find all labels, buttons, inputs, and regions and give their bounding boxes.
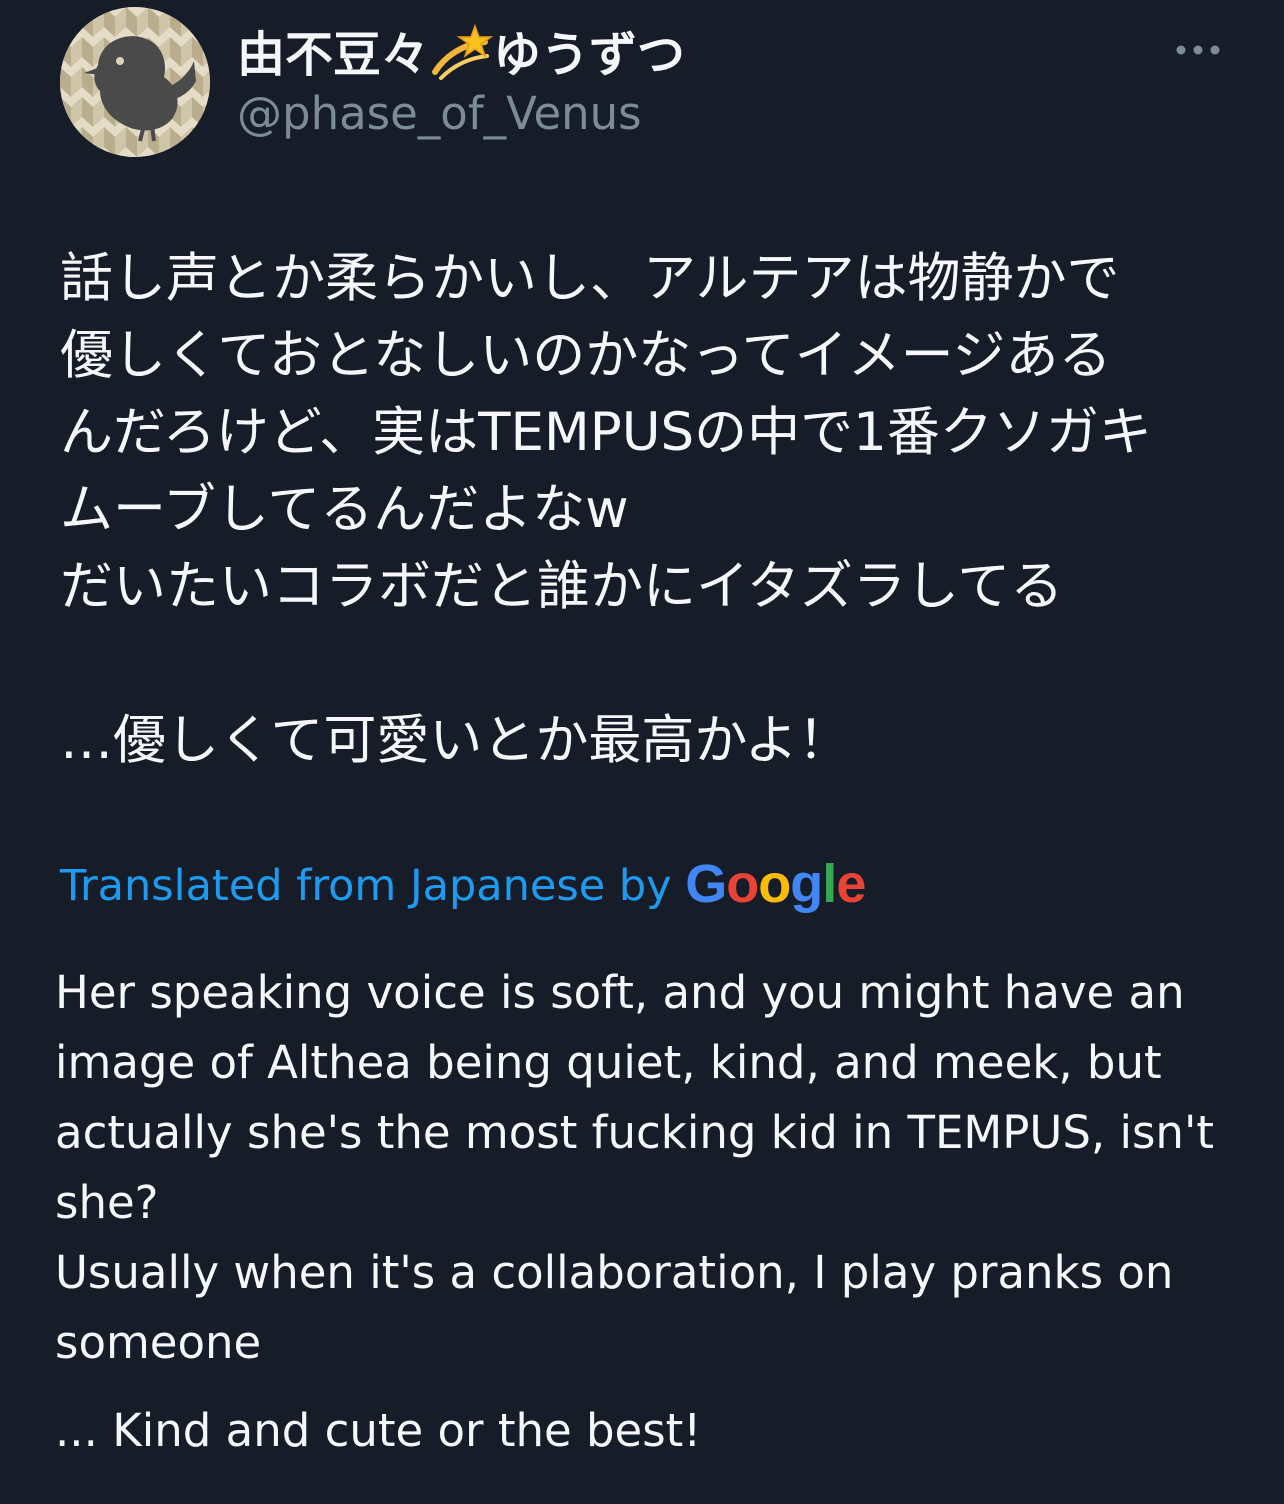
tweet-card: 由不豆々 ゆうずつ @phase_of_Venus 話し声とか柔らかいし、アルテ… bbox=[0, 0, 1284, 1504]
user-handle[interactable]: @phase_of_Venus bbox=[237, 86, 642, 142]
translated-paragraph: Her speaking voice is soft, and you migh… bbox=[55, 966, 1214, 1229]
dizzy-star-icon bbox=[429, 22, 494, 94]
tweet-text-translated: Her speaking voice is soft, and you migh… bbox=[55, 958, 1265, 1466]
more-options-button[interactable] bbox=[1170, 30, 1226, 70]
tweet-text-original: 話し声とか柔らかいし、アルテアは物静かで 優しくておとなしいのかなってイメージあ… bbox=[60, 248, 1152, 771]
translation-label: Translated from Japanese by bbox=[60, 861, 672, 911]
more-options-icon bbox=[1176, 45, 1220, 55]
google-logo: Google bbox=[685, 854, 866, 914]
display-name-suffix: ゆうずつ bbox=[493, 27, 686, 83]
translated-paragraph: ... Kind and cute or the best! bbox=[55, 1404, 702, 1457]
avatar[interactable] bbox=[60, 7, 210, 157]
translated-paragraph: Usually when it's a collaboration, I pla… bbox=[55, 1246, 1174, 1369]
display-name-text: 由不豆々 bbox=[237, 27, 430, 83]
bird-silhouette-avatar bbox=[60, 7, 210, 157]
display-name[interactable]: 由不豆々 ゆうずつ bbox=[237, 22, 685, 94]
translation-attribution[interactable]: Translated from Japanese by Google bbox=[60, 852, 866, 918]
